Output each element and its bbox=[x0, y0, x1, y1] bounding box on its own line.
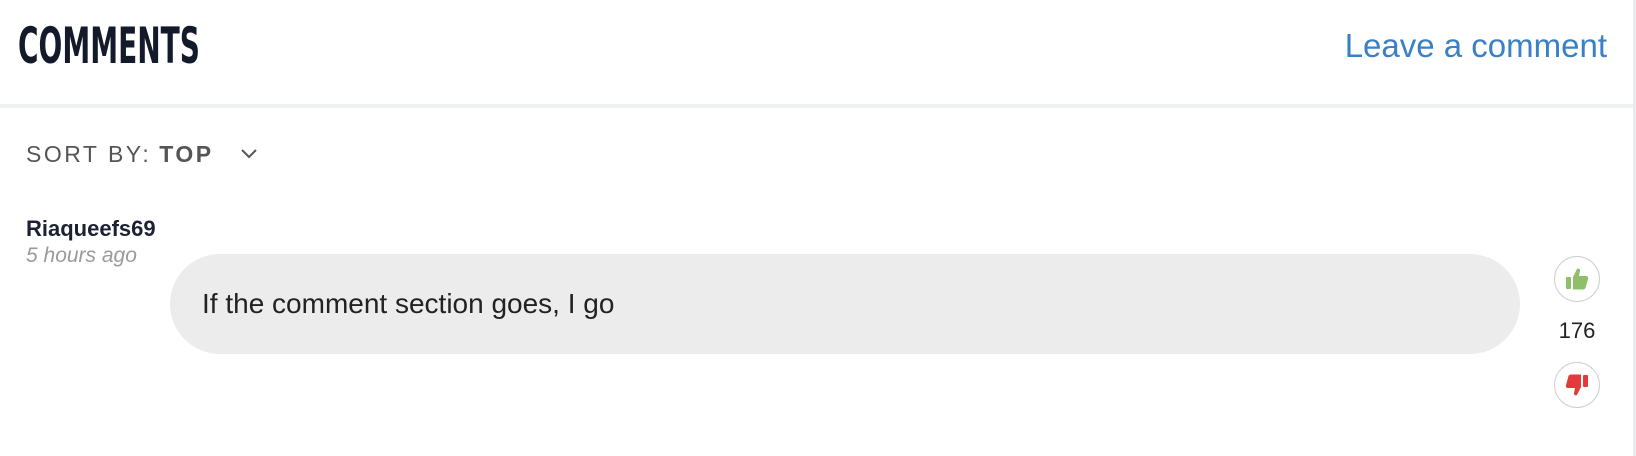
comment-author[interactable]: Riaqueefs69 bbox=[26, 216, 156, 242]
vote-count: 176 bbox=[1558, 318, 1596, 343]
comment-bubble: If the comment section goes, I go bbox=[170, 254, 1520, 354]
sort-value: TOP bbox=[159, 141, 214, 167]
comments-title: COMMENTS bbox=[18, 17, 200, 75]
comment-timestamp: 5 hours ago bbox=[26, 244, 137, 267]
comments-header: COMMENTS Leave a comment bbox=[0, 0, 1633, 104]
downvote-button[interactable] bbox=[1554, 362, 1600, 408]
chevron-down-icon bbox=[240, 149, 257, 159]
comment-text: If the comment section goes, I go bbox=[202, 288, 615, 319]
header-divider bbox=[0, 104, 1633, 108]
sort-label: SORT BY: bbox=[26, 141, 152, 167]
upvote-button[interactable] bbox=[1554, 256, 1600, 302]
thumbs-up-icon bbox=[1566, 268, 1589, 290]
sort-dropdown[interactable]: SORT BY: TOP bbox=[26, 140, 258, 168]
leave-comment-link[interactable]: Leave a comment bbox=[1345, 26, 1607, 66]
comments-section: COMMENTS Leave a comment SORT BY: TOP Ri… bbox=[0, 0, 1636, 456]
thumbs-down-icon bbox=[1565, 374, 1588, 396]
